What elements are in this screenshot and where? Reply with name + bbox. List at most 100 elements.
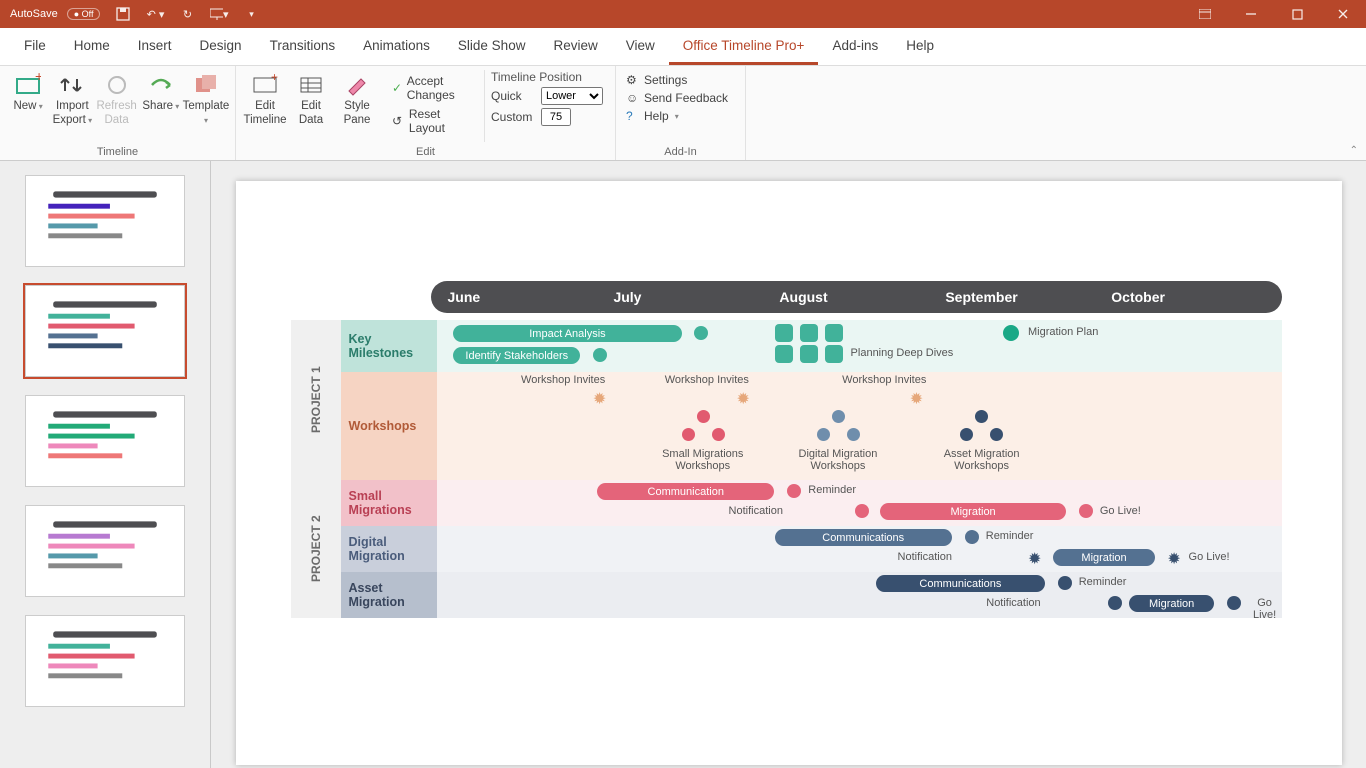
milestone-square[interactable] <box>800 345 818 363</box>
tab-view[interactable]: View <box>612 28 669 65</box>
autosave-toggle[interactable]: ● Off <box>67 8 101 20</box>
workshop-cluster[interactable] <box>960 410 1004 444</box>
tab-review[interactable]: Review <box>539 28 611 65</box>
caption: Workshop Invites <box>842 374 926 386</box>
collapse-ribbon-icon[interactable]: ⌃ <box>1350 145 1358 156</box>
tab-office-timeline-pro-[interactable]: Office Timeline Pro+ <box>669 28 819 65</box>
custom-label: Custom <box>491 110 535 124</box>
slide-thumbnail-2[interactable] <box>25 285 185 377</box>
milestone-dot[interactable] <box>694 326 708 340</box>
gear-icon[interactable]: ✹ <box>593 389 607 403</box>
milestone-dot[interactable] <box>965 530 979 544</box>
caption: Go Live! <box>1248 597 1282 621</box>
slide-thumbnail-3[interactable] <box>25 395 185 487</box>
smile-icon: ☺ <box>626 91 640 105</box>
milestone-square[interactable] <box>825 324 843 342</box>
tab-animations[interactable]: Animations <box>349 28 444 65</box>
tab-slide-show[interactable]: Slide Show <box>444 28 540 65</box>
caption: Notification <box>986 597 1040 609</box>
milestone-dot[interactable] <box>855 504 869 518</box>
task-bar[interactable]: Impact Analysis <box>453 325 681 342</box>
slide-thumbnail-5[interactable] <box>25 615 185 707</box>
reset-layout-button[interactable]: ↺Reset Layout <box>388 106 478 136</box>
task-bar[interactable]: Communication <box>597 483 774 500</box>
settings-button[interactable]: ⚙Settings <box>622 72 739 88</box>
tab-transitions[interactable]: Transitions <box>256 28 350 65</box>
milestone-square[interactable] <box>825 345 843 363</box>
milestone-dot[interactable] <box>593 348 607 362</box>
edit-timeline-button[interactable]: +EditTimeline <box>242 70 288 130</box>
milestone-square[interactable] <box>775 345 793 363</box>
caption: Asset Migration Workshops <box>927 448 1037 472</box>
slide-editor[interactable]: JuneJulyAugustSeptemberOctoberPROJECT 1K… <box>210 161 1366 768</box>
ribbon: +NewImportExportRefreshDataShareTemplate… <box>0 66 1366 161</box>
milestone-dot[interactable] <box>1108 596 1122 610</box>
maximize-button[interactable] <box>1274 0 1320 28</box>
close-button[interactable] <box>1320 0 1366 28</box>
save-icon[interactable] <box>114 5 132 23</box>
milestone-dot[interactable] <box>787 484 801 498</box>
tab-design[interactable]: Design <box>186 28 256 65</box>
task-bar[interactable]: Identify Stakeholders <box>453 347 580 364</box>
edit-data-button[interactable]: EditData <box>288 70 334 130</box>
milestone-dot[interactable] <box>1058 576 1072 590</box>
ribbon-group-label-timeline: Timeline <box>0 146 235 158</box>
gear-icon[interactable]: ✹ <box>910 389 924 403</box>
milestone-dot[interactable] <box>1227 596 1241 610</box>
caption: Reminder <box>986 530 1034 542</box>
task-bar[interactable]: Migration <box>880 503 1066 520</box>
undo-icon[interactable]: ↶ ▾ <box>146 5 164 23</box>
lane-label: KeyMilestones <box>341 320 437 372</box>
ribbon-display-icon[interactable] <box>1182 0 1228 28</box>
check-icon: ✓ <box>392 81 403 95</box>
share-button[interactable]: Share <box>139 70 183 116</box>
redo-icon[interactable]: ↻ <box>178 5 196 23</box>
month-label: August <box>779 289 827 305</box>
caption: Workshop Invites <box>665 374 749 386</box>
caption: Digital Migration Workshops <box>783 448 893 472</box>
milestone-square[interactable] <box>800 324 818 342</box>
slide-canvas[interactable]: JuneJulyAugustSeptemberOctoberPROJECT 1K… <box>236 181 1342 765</box>
tab-home[interactable]: Home <box>60 28 124 65</box>
new-button[interactable]: +New <box>6 70 50 116</box>
task-bar[interactable]: Migration <box>1129 595 1214 612</box>
tab-add-ins[interactable]: Add-ins <box>818 28 892 65</box>
workshop-cluster[interactable] <box>817 410 861 444</box>
month-header: JuneJulyAugustSeptemberOctober <box>431 281 1282 313</box>
gear-icon[interactable]: ✹ <box>1167 549 1181 563</box>
caption: Workshop Invites <box>521 374 605 386</box>
tab-file[interactable]: File <box>10 28 60 65</box>
caption: Small Migrations Workshops <box>648 448 758 472</box>
slide-thumbnails-pane[interactable] <box>0 161 210 768</box>
milestone-square[interactable] <box>775 324 793 342</box>
slide-thumbnail-1[interactable] <box>25 175 185 267</box>
quick-select[interactable]: Lower <box>541 87 603 105</box>
import-export-button[interactable]: ImportExport <box>50 70 94 130</box>
minimize-button[interactable] <box>1228 0 1274 28</box>
ribbon-group-label-edit: Edit <box>236 146 615 158</box>
title-bar: AutoSave ● Off ↶ ▾ ↻ ▾ ▾ <box>0 0 1366 28</box>
menu-tabs: FileHomeInsertDesignTransitionsAnimation… <box>0 28 1366 66</box>
milestone-dot[interactable] <box>1003 325 1019 341</box>
workshop-cluster[interactable] <box>682 410 726 444</box>
milestone-dot[interactable] <box>1079 504 1093 518</box>
task-bar[interactable]: Communications <box>876 575 1045 592</box>
gear-icon[interactable]: ✹ <box>736 389 750 403</box>
slide-thumbnail-4[interactable] <box>25 505 185 597</box>
template-button[interactable]: Template <box>183 70 229 130</box>
custom-input[interactable] <box>541 108 571 126</box>
workspace: JuneJulyAugustSeptemberOctoberPROJECT 1K… <box>0 161 1366 768</box>
task-bar[interactable]: Communications <box>775 529 952 546</box>
accept-changes-button[interactable]: ✓Accept Changes <box>388 73 478 103</box>
style-pane-button[interactable]: StylePane <box>334 70 380 130</box>
qat-customize-icon[interactable]: ▾ <box>242 5 260 23</box>
gear-icon[interactable]: ✹ <box>1028 549 1042 563</box>
tab-help[interactable]: Help <box>892 28 948 65</box>
tab-insert[interactable]: Insert <box>124 28 186 65</box>
help-button[interactable]: ?Help▾ <box>622 108 739 124</box>
send-feedback-button[interactable]: ☺Send Feedback <box>622 90 739 106</box>
task-bar[interactable]: Migration <box>1053 549 1154 566</box>
present-icon[interactable]: ▾ <box>210 5 228 23</box>
lane-body: CommunicationsReminderNotification✹Migra… <box>437 526 1282 572</box>
lane-label: SmallMigrations <box>341 480 437 526</box>
